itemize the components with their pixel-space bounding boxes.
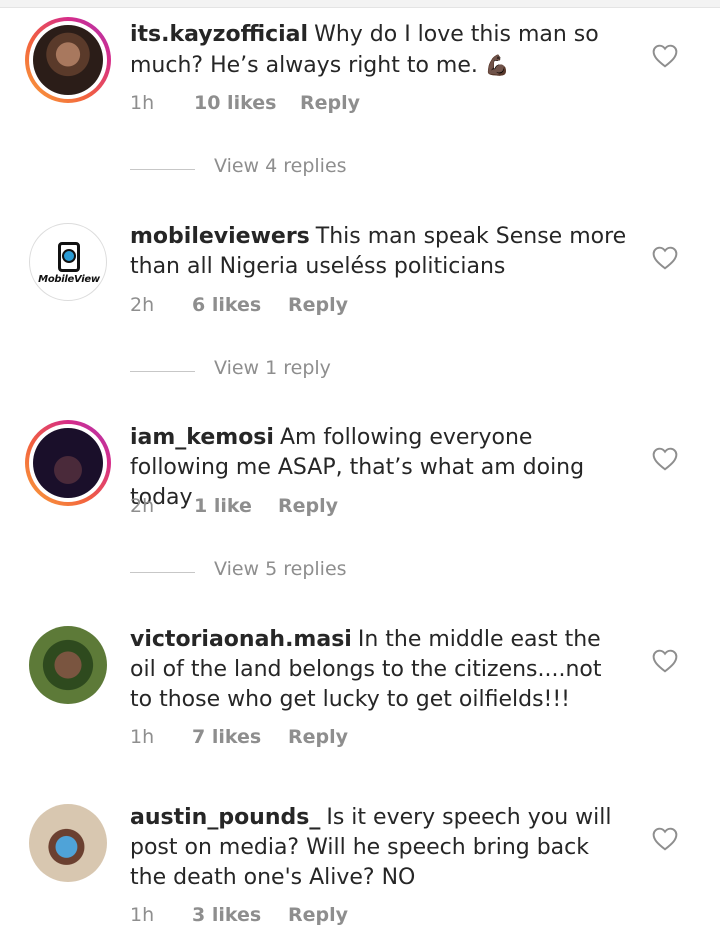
profile-photo [33, 428, 103, 498]
view-replies-button[interactable]: View 1 reply [130, 357, 530, 387]
comment-likes[interactable]: 1 like [194, 495, 252, 517]
avatar[interactable] [25, 420, 111, 506]
comment-username[interactable]: mobileviewers [130, 224, 310, 249]
avatar[interactable] [25, 17, 111, 103]
divider [130, 169, 195, 170]
comment-time: 1h [130, 726, 155, 748]
view-replies-label: View 5 replies [214, 558, 347, 580]
eye-icon [62, 249, 76, 263]
view-replies-button[interactable]: View 5 replies [130, 558, 530, 588]
avatar[interactable] [25, 622, 111, 708]
comment-time: 2h [130, 294, 155, 316]
comment-username[interactable]: victoriaonah.masi [130, 627, 352, 652]
heart-outline-icon[interactable] [652, 827, 678, 851]
divider [130, 572, 195, 573]
comment-username[interactable]: iam_kemosi [130, 425, 274, 450]
heart-outline-icon[interactable] [652, 447, 678, 471]
profile-photo [29, 804, 107, 882]
comment-likes[interactable]: 6 likes [192, 294, 261, 316]
top-divider [0, 0, 720, 8]
comment-text-block: victoriaonah.masi In the middle east the … [130, 625, 630, 715]
comment-text-block: austin_pounds_ Is it every speech you wil… [130, 803, 630, 893]
comment-likes[interactable]: 7 likes [192, 726, 261, 748]
comment-text-block: mobileviewers This man speak Sense more t… [130, 222, 630, 282]
comment-likes[interactable]: 3 likes [192, 904, 261, 926]
reply-button[interactable]: Reply [288, 726, 348, 748]
reply-button[interactable]: Reply [300, 92, 360, 114]
view-replies-label: View 1 reply [214, 357, 331, 379]
profile-photo [29, 626, 107, 704]
profile-photo [33, 25, 103, 95]
view-replies-button[interactable]: View 4 replies [130, 155, 530, 185]
heart-outline-icon[interactable] [652, 246, 678, 270]
comment-time: 1h [130, 92, 155, 114]
reply-button[interactable]: Reply [288, 904, 348, 926]
comment-username[interactable]: its.kayzofficial [130, 22, 308, 47]
comment-username[interactable]: austin_pounds_ [130, 805, 320, 830]
comment-text-block: its.kayzofficial Why do I love this man s… [130, 20, 630, 81]
reply-button[interactable]: Reply [288, 294, 348, 316]
comment-likes[interactable]: 10 likes [194, 92, 276, 114]
avatar[interactable] [25, 800, 111, 886]
comment-time: 1h [130, 904, 155, 926]
view-replies-label: View 4 replies [214, 155, 347, 177]
avatar[interactable]: MobileView [25, 219, 111, 305]
heart-outline-icon[interactable] [652, 44, 678, 68]
flexed-biceps-emoji: 💪🏿 [484, 53, 510, 77]
mobileview-logo: MobileView [29, 223, 107, 301]
reply-button[interactable]: Reply [278, 495, 338, 517]
comment-time: 2h [130, 495, 155, 517]
divider [130, 371, 195, 372]
heart-outline-icon[interactable] [652, 649, 678, 673]
